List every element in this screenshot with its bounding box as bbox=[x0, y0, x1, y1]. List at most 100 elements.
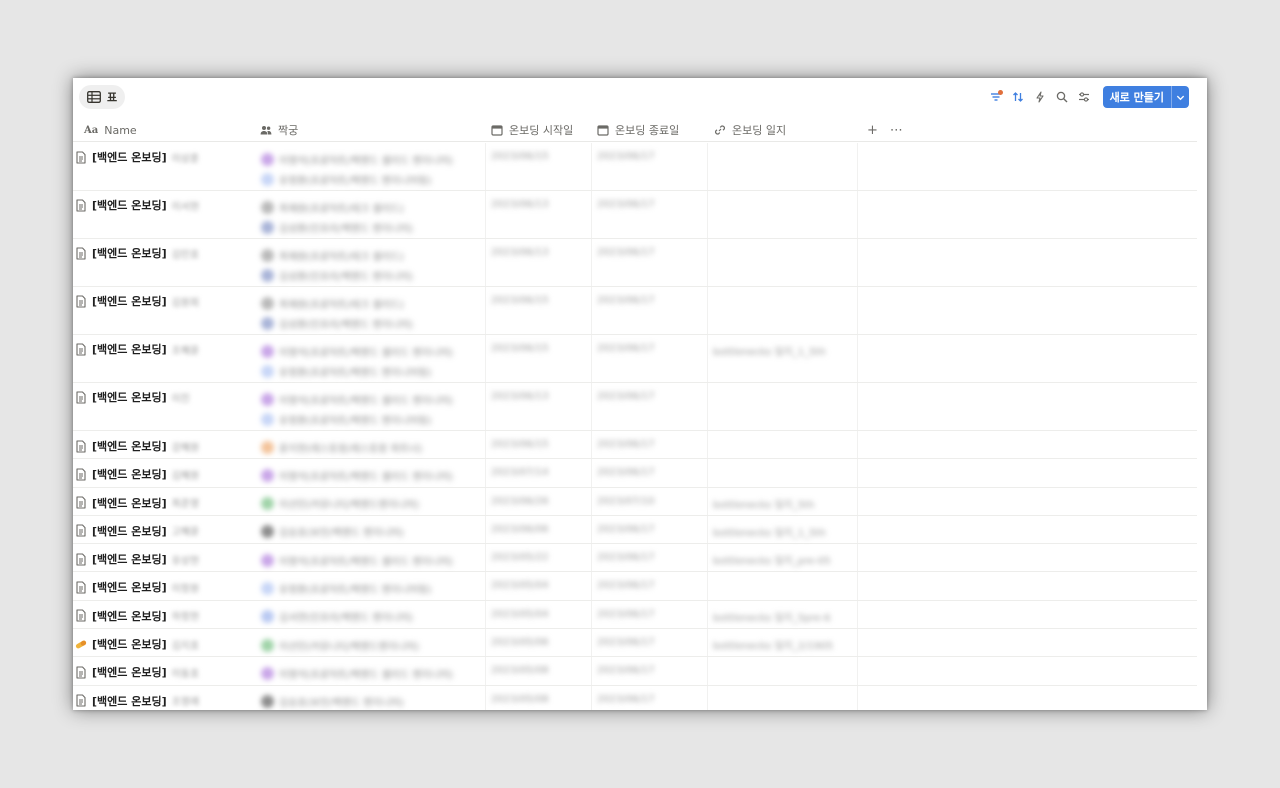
table-row[interactable]: [백엔드 온보딩] 최준영 이선민(커뮤니티/백엔드엔지니어) 2023/06/26 2… bbox=[73, 487, 1197, 516]
row-title[interactable]: [백엔드 온보딩] bbox=[92, 149, 167, 165]
filter-button[interactable] bbox=[987, 87, 1005, 107]
row-name-cell[interactable]: [백엔드 온보딩] 강혜원 bbox=[75, 438, 199, 454]
start-date-cell[interactable]: 2023/05/22 bbox=[491, 552, 549, 563]
start-date-cell[interactable]: 2023/05/08 bbox=[491, 694, 549, 705]
end-date-cell[interactable]: 2023/06/17 bbox=[597, 665, 655, 676]
row-title[interactable]: [백엔드 온보딩] bbox=[92, 693, 167, 709]
end-date-cell[interactable]: 2023/06/17 bbox=[597, 637, 655, 648]
start-date-cell[interactable]: 2023/06/15 bbox=[491, 151, 549, 162]
row-name-cell[interactable]: [백엔드 온보딩] 유상현 bbox=[75, 551, 199, 567]
row-title[interactable]: [백엔드 온보딩] bbox=[92, 551, 167, 567]
row-name-cell[interactable]: [백엔드 온보딩] 최준영 bbox=[75, 495, 199, 511]
start-date-cell[interactable]: 2023/06/13 bbox=[491, 199, 549, 210]
end-date-cell[interactable]: 2023/06/17 bbox=[597, 295, 655, 306]
row-name-cell[interactable]: [백엔드 온보딩] 고혜윤 bbox=[75, 523, 199, 539]
start-date-cell[interactable]: 2023/05/06 bbox=[491, 637, 549, 648]
table-row[interactable]: [백엔드 온보딩] 이동호 이영석(프로덕트/백엔드 셀리드 엔지니어) 2023/0… bbox=[73, 657, 1197, 686]
buddy-person[interactable]: 유정환(프로덕트/백엔드 엔지니어링) bbox=[261, 361, 486, 381]
row-title[interactable]: [백엔드 온보딩] bbox=[92, 664, 167, 680]
log-link-cell[interactable]: bottlenecks 일지_5th bbox=[713, 496, 814, 511]
end-date-cell[interactable]: 2023/06/17 bbox=[597, 552, 655, 563]
end-date-cell[interactable]: 2023/06/17 bbox=[597, 694, 655, 705]
buddy-cell[interactable]: 김승호(보안/백엔드 엔지니어) bbox=[261, 692, 486, 710]
row-title[interactable]: [백엔드 온보딩] bbox=[92, 466, 167, 482]
end-date-cell[interactable]: 2023/06/17 bbox=[597, 467, 655, 478]
buddy-cell[interactable]: 김서연(인프라/백엔드 엔지니어) bbox=[261, 607, 486, 627]
buddy-person[interactable]: 이영석(프로덕트/백엔드 셀리드 엔지니어) bbox=[261, 389, 486, 409]
column-header-log[interactable]: 온보딩 일지 bbox=[714, 118, 786, 142]
buddy-person[interactable]: 김성환(인프라/백엔드 엔지니어) bbox=[261, 217, 486, 237]
end-date-cell[interactable]: 2023/06/17 bbox=[597, 343, 655, 354]
buddy-cell[interactable]: 이영석(프로덕트/백엔드 셀리드 엔지니어) 유정환(프로덕트/백엔드 엔지니어링… bbox=[261, 341, 486, 381]
buddy-person[interactable]: 유정환(프로덕트/백엔드 엔지니어링) bbox=[261, 409, 486, 429]
column-header-start-date[interactable]: 온보딩 시작일 bbox=[491, 118, 573, 142]
start-date-cell[interactable]: 2023/06/15 bbox=[491, 295, 549, 306]
row-title[interactable]: [백엔드 온보딩] bbox=[92, 341, 167, 357]
start-date-cell[interactable]: 2023/06/06 bbox=[491, 524, 549, 535]
end-date-cell[interactable]: 2023/06/17 bbox=[597, 580, 655, 591]
row-title[interactable]: [백엔드 온보딩] bbox=[92, 389, 167, 405]
row-title[interactable]: [백엔드 온보딩] bbox=[92, 245, 167, 261]
buddy-person[interactable]: 이영석(프로덕트/백엔드 셀리드 엔지니어) bbox=[261, 465, 486, 485]
column-header-end-date[interactable]: 온보딩 종료일 bbox=[597, 118, 679, 142]
table-row[interactable]: [백엔드 온보딩] 김지호 이선민(커뮤니티/백엔드엔지니어) 2023/05/06 2… bbox=[73, 629, 1197, 658]
add-column-icon[interactable]: + bbox=[867, 123, 878, 138]
row-title[interactable]: [백엔드 온보딩] bbox=[92, 636, 167, 652]
column-header-buddy[interactable]: 짝궁 bbox=[260, 118, 298, 142]
buddy-cell[interactable]: 최재원(프로덕트/테크 셀리드) 김성환(인프라/백엔드 엔지니어) bbox=[261, 245, 486, 285]
row-title[interactable]: [백엔드 온보딩] bbox=[92, 608, 167, 624]
automation-button[interactable] bbox=[1031, 87, 1049, 107]
row-title[interactable]: [백엔드 온보딩] bbox=[92, 579, 167, 595]
table-row[interactable]: [백엔드 온보딩] 조영래 김승호(보안/백엔드 엔지니어) 2023/05/08 20… bbox=[73, 685, 1197, 710]
end-date-cell[interactable]: 2023/06/17 bbox=[597, 524, 655, 535]
buddy-cell[interactable]: 김승호(보안/백엔드 엔지니어) bbox=[261, 522, 486, 542]
end-date-cell[interactable]: 2023/07/10 bbox=[597, 496, 655, 507]
buddy-person[interactable]: 유정환(프로덕트/백엔드 엔지니어링) bbox=[261, 578, 486, 598]
row-name-cell[interactable]: [백엔드 온보딩] 이진 bbox=[75, 389, 190, 405]
start-date-cell[interactable]: 2023/06/26 bbox=[491, 496, 549, 507]
new-button-label[interactable]: 새로 만들기 bbox=[1103, 86, 1171, 108]
row-name-cell[interactable]: [백엔드 온보딩] 김혜원 bbox=[75, 466, 199, 482]
log-link-cell[interactable]: bottlenecks 일지_5pre-6 bbox=[713, 609, 831, 624]
row-title[interactable]: [백엔드 온보딩] bbox=[92, 197, 167, 213]
start-date-cell[interactable]: 2023/05/04 bbox=[491, 609, 549, 620]
row-name-cell[interactable]: [백엔드 온보딩] 이동호 bbox=[75, 664, 199, 680]
table-row[interactable]: [백엔드 온보딩] 김혜원 이영석(프로덕트/백엔드 셀리드 엔지니어) 2023/0… bbox=[73, 459, 1197, 488]
buddy-cell[interactable]: 이영석(프로덕트/백엔드 셀리드 엔지니어) bbox=[261, 465, 486, 485]
table-row[interactable]: [백엔드 온보딩] 이서현 최재원(프로덕트/테크 셀리드) 김성환(인프라/백엔드 … bbox=[73, 191, 1197, 239]
start-date-cell[interactable]: 2023/05/08 bbox=[491, 665, 549, 676]
log-link-cell[interactable]: bottlenecks 일지_pre-05 bbox=[713, 552, 831, 567]
buddy-cell[interactable]: 이선민(커뮤니티/백엔드엔지니어) bbox=[261, 494, 486, 514]
end-date-cell[interactable]: 2023/06/17 bbox=[597, 199, 655, 210]
start-date-cell[interactable]: 2023/06/13 bbox=[491, 391, 549, 402]
end-date-cell[interactable]: 2023/06/17 bbox=[597, 439, 655, 450]
start-date-cell[interactable]: 2023/07/14 bbox=[491, 467, 549, 478]
buddy-person[interactable]: 최재원(프로덕트/테크 셀리드) bbox=[261, 293, 486, 313]
row-name-cell[interactable]: [백엔드 온보딩] 이상훈 bbox=[75, 149, 199, 165]
buddy-cell[interactable]: 이영석(프로덕트/백엔드 셀리드 엔지니어) 유정환(프로덕트/백엔드 엔지니어링… bbox=[261, 149, 486, 189]
table-row[interactable]: [백엔드 온보딩] 고혜윤 김승호(보안/백엔드 엔지니어) 2023/06/06 20… bbox=[73, 515, 1197, 545]
buddy-cell[interactable]: 최재원(프로덕트/테크 셀리드) 김성환(인프라/백엔드 엔지니어) bbox=[261, 197, 486, 237]
buddy-cell[interactable]: 이영석(프로덕트/백엔드 셀리드 엔지니어) 유정환(프로덕트/백엔드 엔지니어링… bbox=[261, 389, 486, 429]
buddy-person[interactable]: 김서연(인프라/백엔드 엔지니어) bbox=[261, 607, 486, 627]
buddy-cell[interactable]: 이선민(커뮤니티/백엔드엔지니어) bbox=[261, 635, 486, 655]
row-name-cell[interactable]: [백엔드 온보딩] 하정현 bbox=[75, 608, 199, 624]
buddy-cell[interactable]: 유정환(프로덕트/백엔드 엔지니어링) bbox=[261, 578, 486, 598]
more-options-icon[interactable]: ⋯ bbox=[890, 123, 903, 138]
buddy-cell[interactable]: 이영석(프로덕트/백엔드 셀리드 엔지니어) bbox=[261, 550, 486, 570]
row-name-cell[interactable]: [백엔드 온보딩] 조영래 bbox=[75, 693, 199, 709]
search-button[interactable] bbox=[1053, 87, 1071, 107]
table-row[interactable]: [백엔드 온보딩] 이정원 유정환(프로덕트/백엔드 엔지니어링) 2023/05/0… bbox=[73, 572, 1197, 601]
log-link-cell[interactable]: bottlenecks 일지_2/1905 bbox=[713, 637, 833, 652]
table-row[interactable]: [백엔드 온보딩] 하정현 김서연(인프라/백엔드 엔지니어) 2023/05/04 2… bbox=[73, 600, 1197, 630]
buddy-cell[interactable]: 최재원(프로덕트/테크 셀리드) 김성환(인프라/백엔드 엔지니어) bbox=[261, 293, 486, 333]
log-link-cell[interactable]: bottlenecks 일지_1_5th bbox=[713, 343, 826, 358]
buddy-person[interactable]: 최재원(프로덕트/테크 셀리드) bbox=[261, 197, 486, 217]
settings-button[interactable] bbox=[1075, 87, 1093, 107]
view-tab-table[interactable]: 표 bbox=[79, 85, 126, 109]
buddy-person[interactable]: 이영석(프로덕트/백엔드 셀리드 엔지니어) bbox=[261, 341, 486, 361]
table-row[interactable]: [백엔드 온보딩] 김원희 최재원(프로덕트/테크 셀리드) 김성환(인프라/백엔드 … bbox=[73, 287, 1197, 335]
buddy-person[interactable]: 최재원(프로덕트/테크 셀리드) bbox=[261, 245, 486, 265]
row-title[interactable]: [백엔드 온보딩] bbox=[92, 293, 167, 309]
start-date-cell[interactable]: 2023/06/13 bbox=[491, 247, 549, 258]
